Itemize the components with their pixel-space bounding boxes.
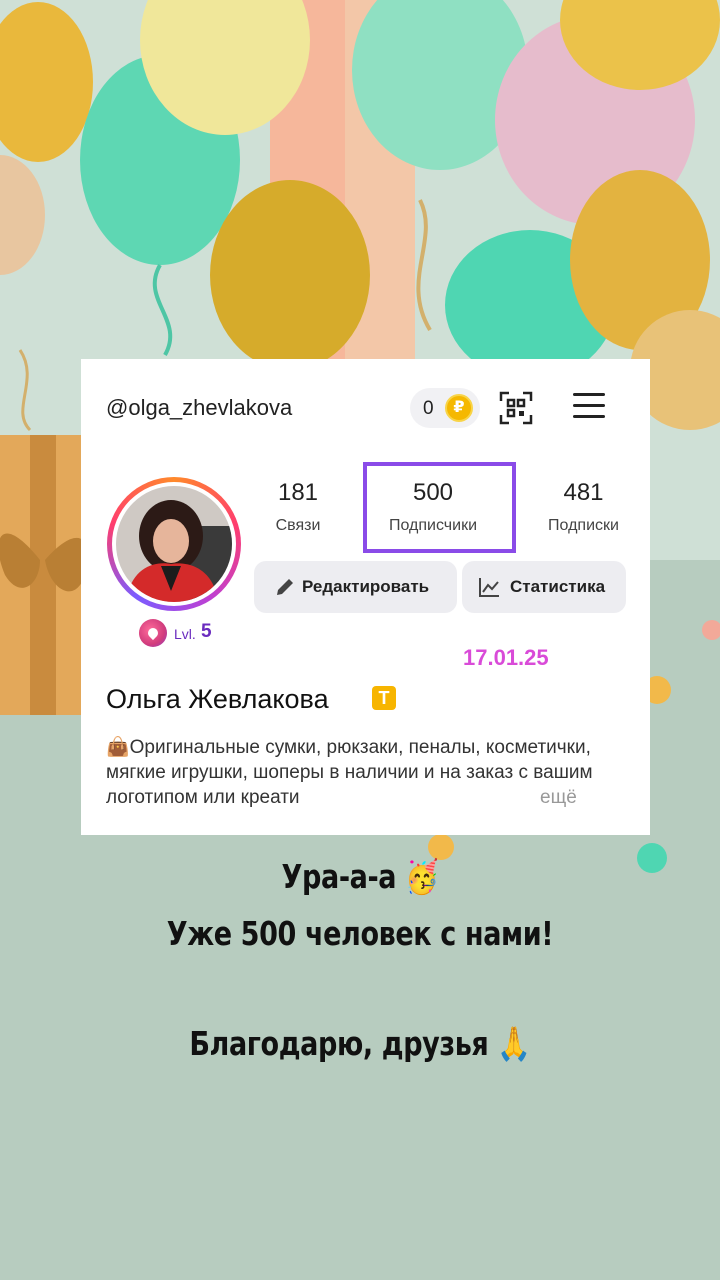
avatar-photo <box>116 486 232 602</box>
edit-profile-button[interactable]: Редактировать <box>254 561 457 613</box>
edit-profile-label: Редактировать <box>302 577 430 596</box>
caption-line-3: Благодарю, друзья 🙏 <box>189 1024 531 1063</box>
caption-line-1: Ура-а-а 🥳 <box>281 857 439 896</box>
stat-label: Связи <box>275 517 321 534</box>
avatar[interactable] <box>107 477 241 611</box>
level-value: 5 <box>201 621 212 642</box>
coin-balance-button[interactable]: 0 ₽ <box>410 388 480 428</box>
statistics-button[interactable]: Статистика <box>462 561 626 613</box>
level-badge-icon <box>139 619 167 647</box>
full-name: Ольга Жевлакова <box>106 684 329 714</box>
coin-icon: ₽ <box>445 394 473 422</box>
stat-value: 181 <box>277 479 319 506</box>
coin-count: 0 <box>423 398 434 419</box>
pencil-icon <box>277 579 293 595</box>
stat-following[interactable]: 481 Подписки <box>536 479 631 535</box>
followers-highlight-frame <box>363 462 516 553</box>
qr-code-icon[interactable] <box>499 391 533 425</box>
verified-icon: T <box>372 686 396 710</box>
caption-line-2: Уже 500 человек с нами! <box>166 914 554 953</box>
statistics-label: Статистика <box>510 577 606 596</box>
stat-value: 481 <box>563 479 604 506</box>
date-stamp: 17.01.25 <box>463 645 549 670</box>
username: @olga_zhevlakova <box>106 395 293 420</box>
stat-label: Подписки <box>548 517 619 534</box>
profile-card: @olga_zhevlakova 0 ₽ Lvl. 5 181 Связи 50… <box>81 359 650 835</box>
chart-icon <box>479 578 499 597</box>
level-label: Lvl. <box>174 626 196 642</box>
stat-connections[interactable]: 181 Связи <box>263 479 333 535</box>
bio-more-link[interactable]: ещё <box>540 785 577 810</box>
hamburger-menu-icon[interactable] <box>573 393 605 423</box>
